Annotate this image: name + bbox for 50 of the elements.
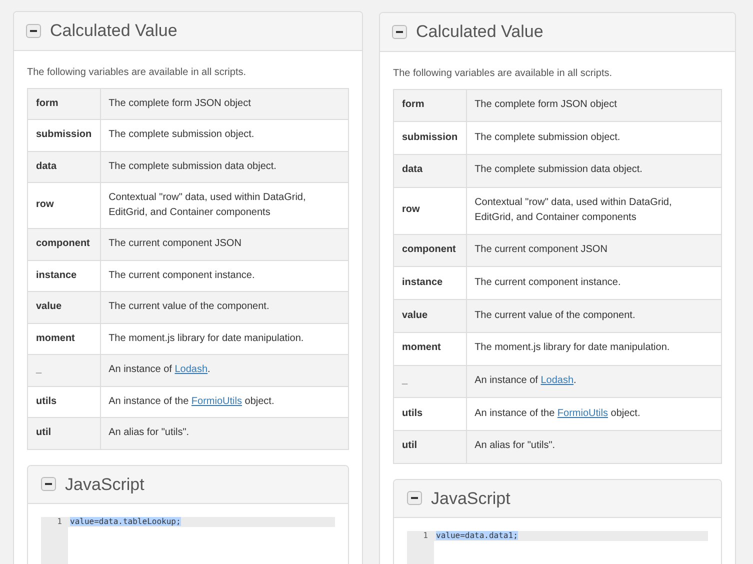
variable-description: The complete submission object. bbox=[100, 120, 348, 151]
variable-description: The moment.js library for date manipulation. bbox=[466, 332, 722, 365]
collapse-button[interactable] bbox=[26, 24, 41, 38]
variable-name: value bbox=[394, 300, 466, 332]
variable-name: util bbox=[28, 418, 100, 449]
variable-description: The current component JSON bbox=[100, 228, 348, 260]
variable-name: row bbox=[394, 187, 466, 234]
variable-description: An instance of the FormioUtils object. bbox=[466, 398, 722, 430]
link[interactable]: Lodash bbox=[174, 364, 208, 375]
variable-name: form bbox=[394, 89, 466, 122]
intro-text: The following variables are available in all scripts. bbox=[393, 66, 613, 80]
panel-title: Calculated Value bbox=[416, 21, 544, 43]
variable-name: value bbox=[28, 292, 100, 323]
link[interactable]: Lodash bbox=[540, 375, 574, 386]
collapse-button[interactable] bbox=[407, 491, 422, 506]
line-number: 1 bbox=[56, 517, 62, 527]
variable-name: _ bbox=[28, 354, 100, 386]
intro-text: The following variables are available in all scripts. bbox=[27, 66, 247, 80]
variable-name: component bbox=[28, 228, 100, 260]
variable-description: An alias for "utils". bbox=[466, 430, 722, 464]
collapse-button[interactable] bbox=[392, 24, 407, 39]
variable-description: An instance of Lodash. bbox=[100, 354, 348, 386]
variable-description: The current component JSON bbox=[466, 234, 722, 267]
variable-name: _ bbox=[394, 365, 466, 398]
variable-description: The complete submission data object. bbox=[466, 154, 722, 188]
variable-name: data bbox=[28, 151, 100, 182]
variable-name: util bbox=[394, 430, 466, 464]
link[interactable]: FormioUtils bbox=[191, 396, 242, 406]
variable-name: component bbox=[394, 234, 466, 267]
editor-title: JavaScript bbox=[431, 488, 510, 510]
editor-title: JavaScript bbox=[65, 474, 144, 496]
variable-name: submission bbox=[28, 120, 100, 151]
variable-name: submission bbox=[394, 122, 466, 154]
variable-description: An alias for "utils". bbox=[100, 418, 348, 449]
variable-name: data bbox=[394, 154, 466, 188]
variable-description: The current value of the component. bbox=[466, 300, 722, 332]
variable-name: utils bbox=[394, 398, 466, 430]
variable-description: The complete submission object. bbox=[466, 122, 722, 154]
variable-description: The current value of the component. bbox=[100, 292, 348, 323]
link[interactable]: FormioUtils bbox=[557, 408, 608, 419]
variable-name: moment bbox=[394, 332, 466, 365]
variable-description: Contextual "row" data, used within DataGrid, EditGrid, and Container components bbox=[466, 187, 722, 234]
line-number: 1 bbox=[422, 531, 428, 542]
variable-description: The complete form JSON object bbox=[466, 89, 722, 122]
variable-description: The complete form JSON object bbox=[100, 88, 348, 120]
variable-description: The complete submission data object. bbox=[100, 151, 348, 182]
variable-name: form bbox=[28, 88, 100, 120]
variable-description: An instance of Lodash. bbox=[466, 365, 722, 398]
panel-title: Calculated Value bbox=[50, 20, 178, 42]
collapse-button[interactable] bbox=[41, 477, 56, 492]
